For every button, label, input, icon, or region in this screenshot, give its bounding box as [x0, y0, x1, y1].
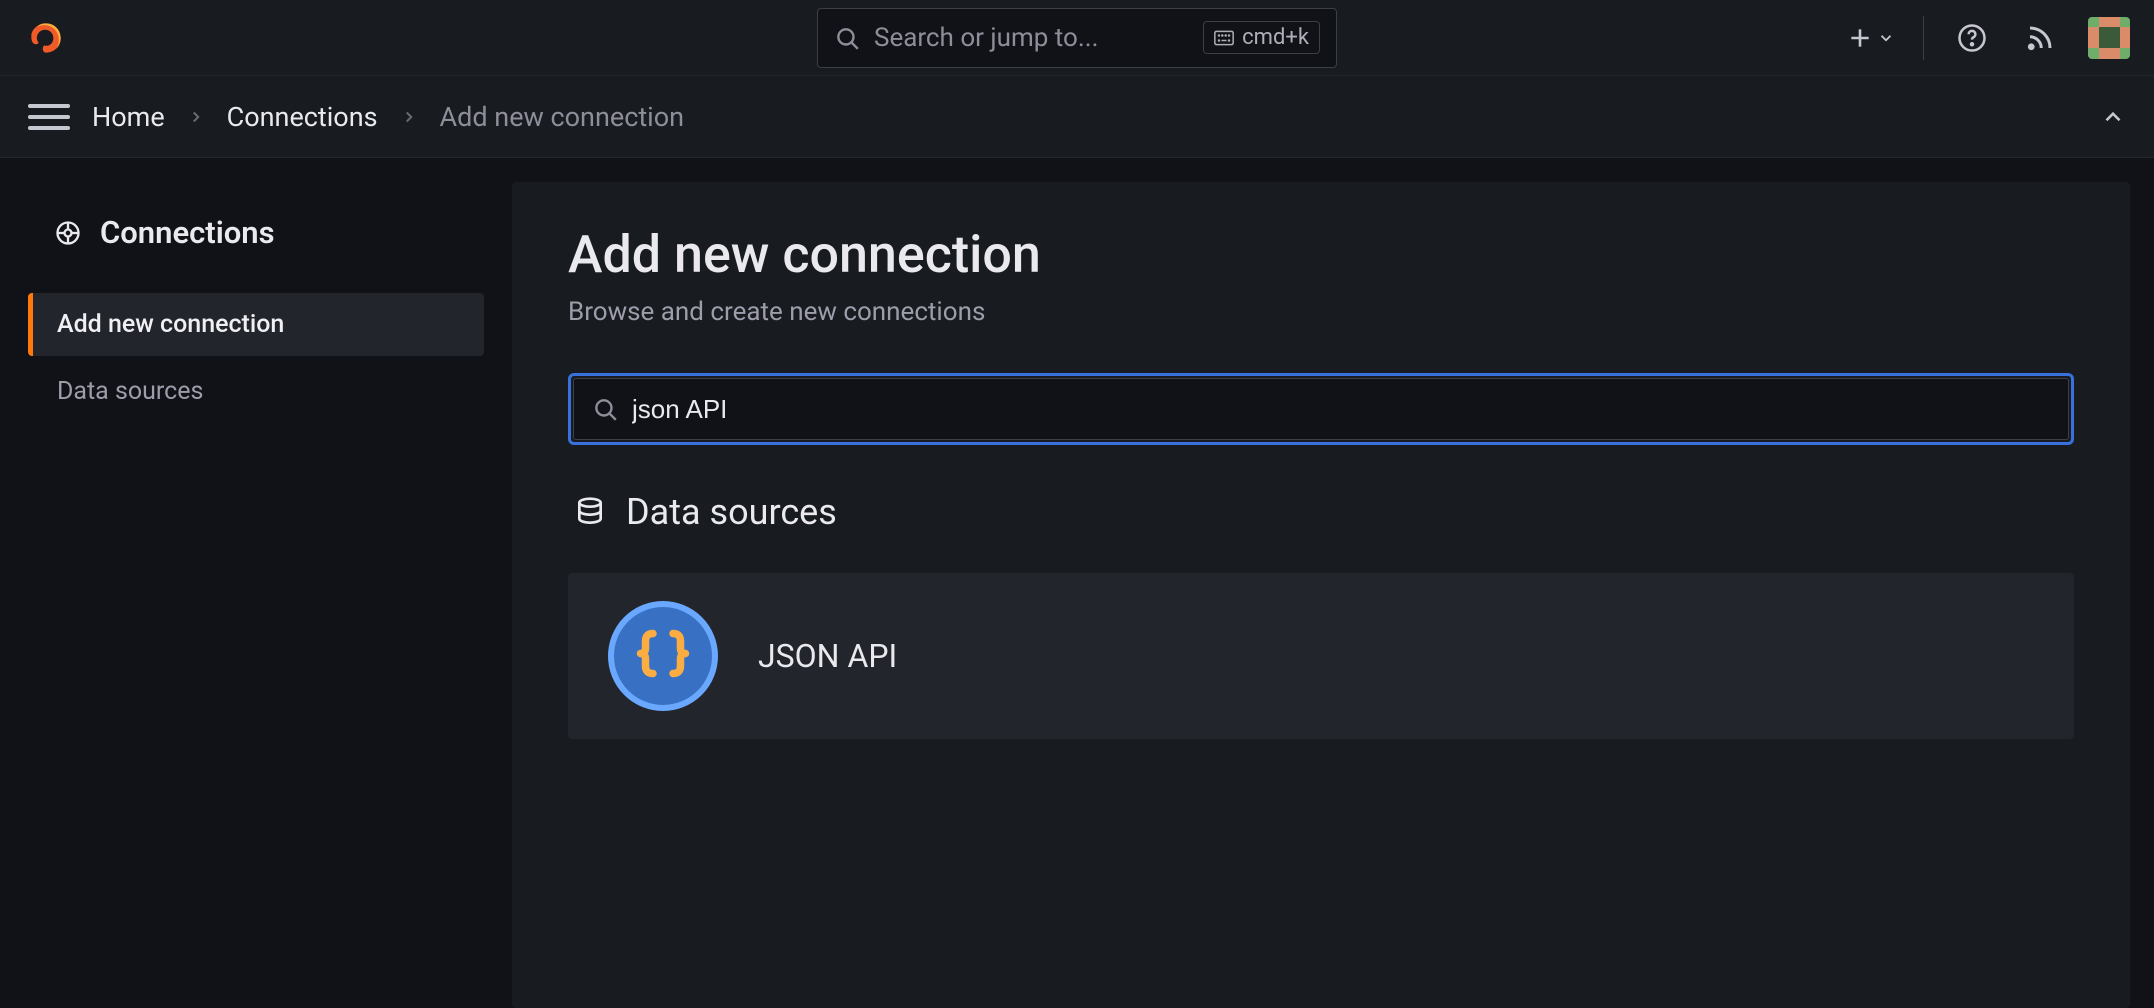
menu-toggle-icon[interactable] — [28, 96, 70, 138]
connection-search-wrap — [568, 373, 2074, 445]
section-heading-text: Data sources — [626, 491, 837, 533]
shortcut-badge: cmd+k — [1203, 21, 1320, 54]
breadcrumb-home[interactable]: Home — [92, 101, 165, 133]
chevron-right-icon — [187, 108, 205, 126]
add-menu[interactable] — [1847, 25, 1895, 51]
datasource-name: JSON API — [758, 637, 897, 675]
topbar: Search or jump to... cmd+k — [0, 0, 2154, 76]
page-title: Add new connection — [568, 224, 2074, 285]
breadcrumb-current: Add new connection — [440, 101, 685, 133]
sidebar-item-data-sources[interactable]: Data sources — [28, 360, 484, 423]
connections-icon — [54, 219, 82, 247]
avatar[interactable] — [2088, 17, 2130, 59]
section-heading: Data sources — [568, 491, 2074, 533]
search-icon — [592, 396, 618, 422]
global-search-placeholder: Search or jump to... — [874, 23, 1098, 53]
page-subtitle: Browse and create new connections — [568, 297, 2074, 327]
main-panel: Add new connection Browse and create new… — [512, 182, 2130, 1008]
breadcrumb-connections[interactable]: Connections — [227, 101, 378, 133]
json-api-icon — [608, 601, 718, 711]
collapse-icon[interactable] — [2100, 104, 2126, 130]
chevron-right-icon — [400, 108, 418, 126]
sidebar: Connections Add new connection Data sour… — [0, 158, 512, 1008]
divider — [1923, 16, 1924, 60]
sidebar-title-text: Connections — [100, 214, 275, 251]
sidebar-item-add-new-connection[interactable]: Add new connection — [28, 293, 484, 356]
search-icon — [834, 25, 860, 51]
help-icon[interactable] — [1952, 18, 1992, 58]
datasource-card-json-api[interactable]: JSON API — [568, 573, 2074, 739]
sidebar-title: Connections — [0, 214, 512, 251]
shortcut-text: cmd+k — [1242, 25, 1309, 50]
chevron-down-icon — [1877, 29, 1895, 47]
rss-icon[interactable] — [2020, 18, 2060, 58]
database-icon — [574, 496, 606, 528]
connection-search-input[interactable] — [632, 394, 2050, 425]
global-search[interactable]: Search or jump to... cmd+k — [817, 8, 1337, 68]
breadcrumb-bar: Home Connections Add new connection — [0, 76, 2154, 158]
grafana-logo-icon[interactable] — [24, 16, 68, 60]
